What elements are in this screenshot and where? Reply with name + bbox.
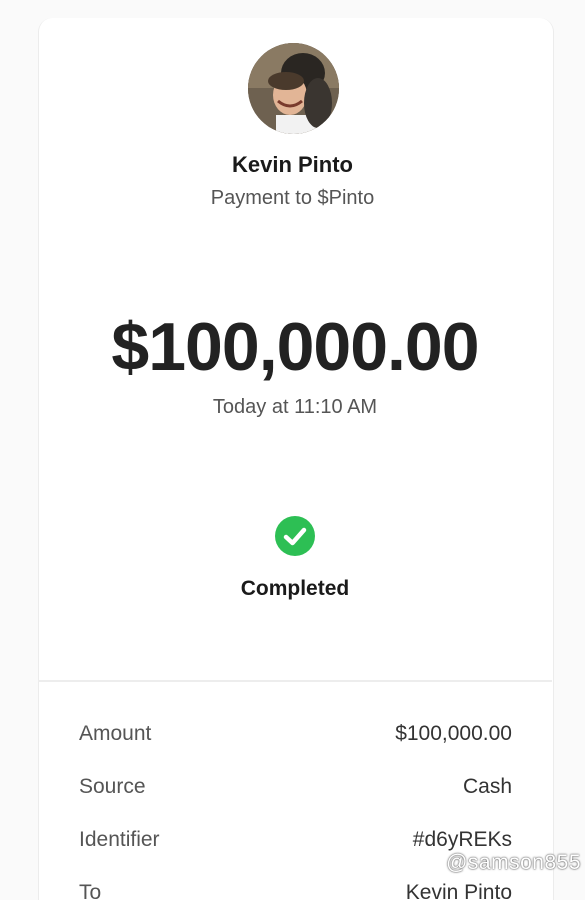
watermark: @samson855	[446, 851, 581, 874]
payment-subtitle: Payment to $Pinto	[210, 187, 375, 209]
detail-row-amount: Amount $100,000.00	[79, 722, 512, 752]
detail-value: #d6yREKs	[412, 828, 512, 851]
detail-label: Amount	[79, 722, 152, 745]
detail-label: To	[79, 881, 102, 900]
profile-photo-icon	[248, 43, 339, 134]
check-circle-icon	[275, 516, 315, 556]
detail-row-to: To Kevin Pinto	[79, 881, 512, 900]
status-label: Completed	[240, 577, 350, 600]
payment-timestamp: Today at 11:10 AM	[212, 396, 378, 418]
recipient-avatar	[248, 43, 339, 134]
detail-value: Cash	[462, 775, 512, 798]
detail-value: $100,000.00	[395, 722, 512, 745]
detail-label: Source	[79, 775, 146, 798]
receipt-page: Kevin Pinto Payment to $Pinto $100,000.0…	[0, 0, 585, 900]
detail-label: Identifier	[79, 828, 160, 851]
recipient-name: Kevin Pinto	[231, 152, 353, 177]
payment-amount: $100,000.00	[111, 309, 479, 385]
detail-value: Kevin Pinto	[405, 881, 512, 900]
receipt-card	[38, 18, 554, 900]
divider	[38, 680, 552, 682]
detail-row-source: Source Cash	[79, 775, 512, 805]
